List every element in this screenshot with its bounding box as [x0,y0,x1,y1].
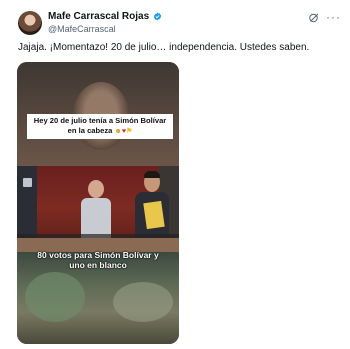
author-handle[interactable]: @MafeCarrascal [48,24,116,34]
tweet-text: Jajaja. ¡Momentazo! 20 de julio… indepen… [18,42,310,53]
more-options-icon[interactable]: ··· [326,11,340,24]
top-caption-text: Hey 20 de julio tenía a Simón Bolívar en… [33,116,167,135]
colombia-flag-emoji-icon: ⚑ [126,128,133,135]
caption-emojis: ☻♥⚑ [115,128,133,135]
laughing-face-emoji-icon: ☻ [114,128,122,135]
yellow-folder [143,200,165,230]
author-display-name[interactable]: Mafe Carrascal Rojas [48,11,149,22]
tweet: Mafe Carrascal Rojas @MafeCarrascal ··· … [0,0,350,349]
grok-icon[interactable] [308,12,320,24]
blurred-shape [113,282,173,322]
woman-figure [81,178,111,238]
blurred-shape [25,272,85,322]
screen-icon [23,178,32,187]
video-top-caption: Hey 20 de julio tenía a Simón Bolívar en… [27,114,173,139]
video-bottom-caption: 80 votos para Simón Bolívar y uno en bla… [37,250,159,270]
author-name-row: Mafe Carrascal Rojas [48,11,162,22]
avatar[interactable] [18,11,42,35]
video-player[interactable]: Hey 20 de julio tenía a Simón Bolívar en… [17,62,179,344]
verified-badge-icon [154,12,162,21]
